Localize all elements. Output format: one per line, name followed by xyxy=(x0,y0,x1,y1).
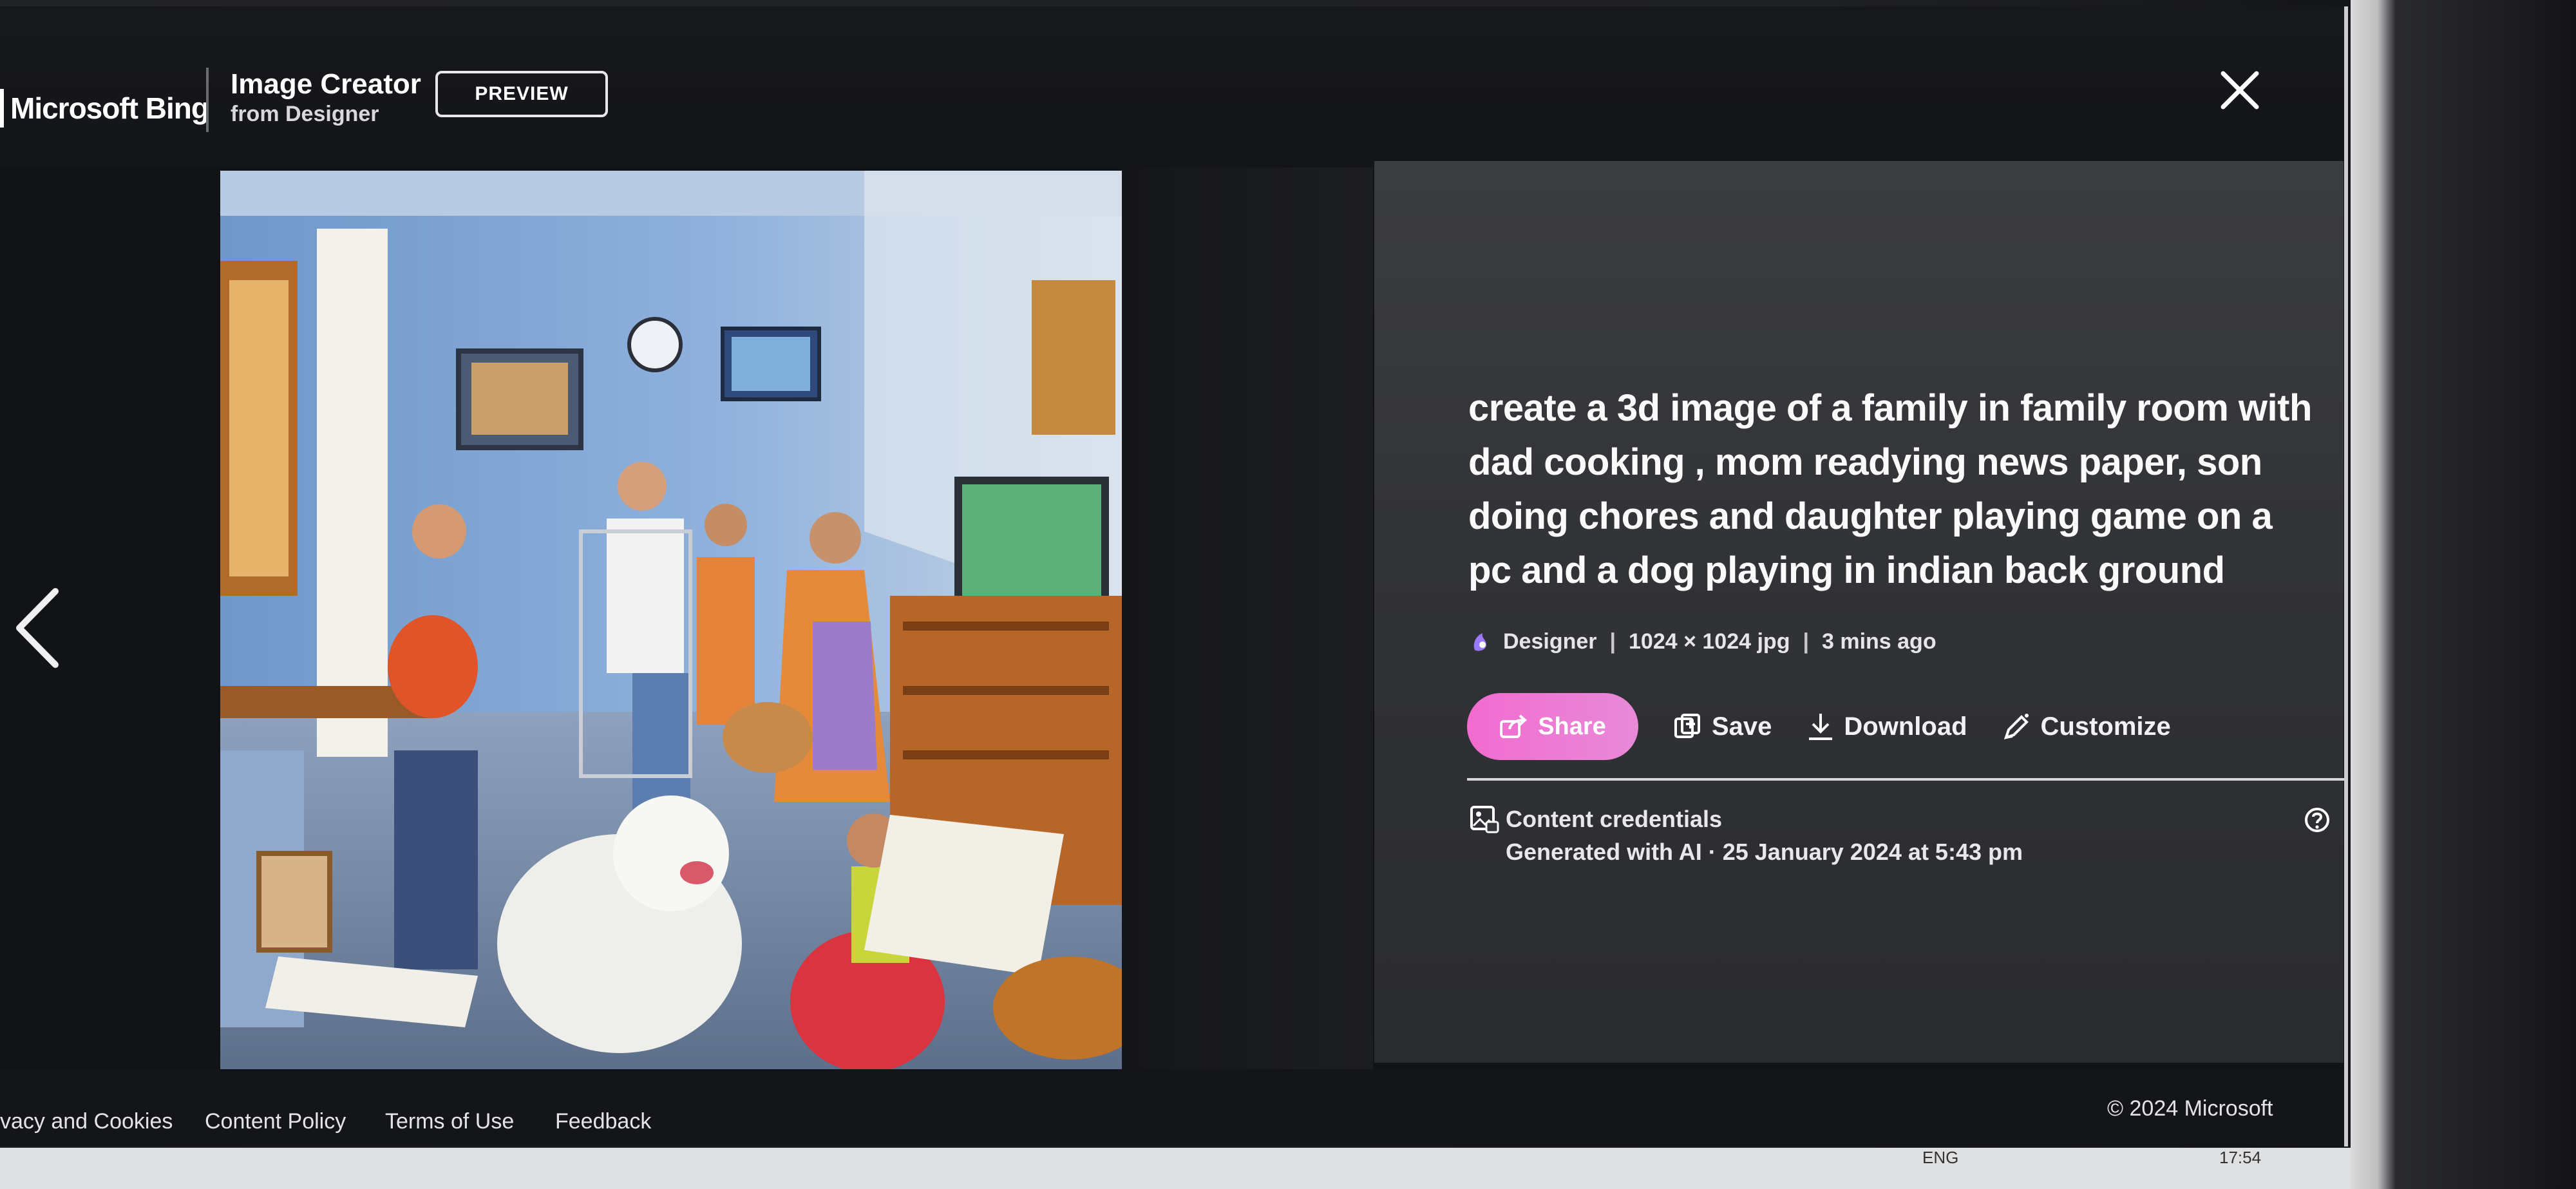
panel-gap xyxy=(1122,167,1373,1069)
close-icon xyxy=(2221,71,2259,109)
close-button[interactable] xyxy=(2214,64,2266,116)
monitor-bezel xyxy=(2351,0,2576,1189)
generated-image[interactable] xyxy=(220,171,1122,1069)
meta-separator: | xyxy=(1803,629,1809,654)
footer-link-feedback[interactable]: Feedback xyxy=(555,1109,651,1134)
credentials-detail: Generated with AI · 25 January 2024 at 5… xyxy=(1506,839,2023,865)
customize-label: Customize xyxy=(2040,712,2171,741)
download-icon xyxy=(1809,714,1833,740)
previous-image-button[interactable] xyxy=(13,586,64,670)
credentials-header: Content credentials xyxy=(1470,805,1722,833)
save-button[interactable]: Save xyxy=(1673,712,1772,741)
footer-link-content-policy[interactable]: Content Policy xyxy=(205,1109,346,1134)
logo-mark xyxy=(0,89,4,128)
content-credentials-icon xyxy=(1470,806,1499,833)
browser-viewport: Microsoft Bing Image Creator from Design… xyxy=(0,6,2348,1146)
copyright: © 2024 Microsoft xyxy=(2107,1096,2273,1121)
meta-separator: | xyxy=(1609,629,1616,654)
share-icon xyxy=(1500,714,1528,738)
header-bar: Microsoft Bing Image Creator from Design… xyxy=(0,6,2344,167)
section-divider xyxy=(1467,778,2344,781)
product-title[interactable]: Image Creator xyxy=(231,68,421,100)
credentials-title: Content credentials xyxy=(1506,806,1723,832)
preview-badge: PREVIEW xyxy=(435,71,608,117)
meta-dimensions: 1024 × 1024 jpg xyxy=(1629,629,1790,654)
meta-source[interactable]: Designer xyxy=(1503,629,1597,654)
footer-link-privacy[interactable]: vacy and Cookies xyxy=(0,1109,173,1134)
help-icon[interactable] xyxy=(2304,807,2330,833)
meta-age: 3 mins ago xyxy=(1821,629,1937,654)
footer xyxy=(0,1069,2344,1146)
chevron-left-icon xyxy=(16,588,59,668)
product-subtitle: from Designer xyxy=(231,102,379,126)
prompt-text: create a 3d image of a family in family … xyxy=(1468,387,2312,591)
share-button[interactable]: Share xyxy=(1467,693,1638,760)
os-taskbar: ENG 17:54 xyxy=(0,1148,2351,1189)
save-label: Save xyxy=(1712,712,1772,741)
share-label: Share xyxy=(1538,712,1606,740)
details-panel xyxy=(1374,161,2344,1063)
family-room-illustration xyxy=(220,171,1122,1069)
designer-icon xyxy=(1473,633,1486,651)
content-credentials[interactable]: Content credentials Generated with AI · … xyxy=(1470,805,2023,865)
customize-button[interactable]: Customize xyxy=(2002,712,2171,741)
action-bar: Share Save Download Customize xyxy=(1467,692,2171,761)
bing-logo[interactable]: Microsoft Bing xyxy=(0,82,209,134)
footer-link-terms[interactable]: Terms of Use xyxy=(385,1109,514,1134)
download-button[interactable]: Download xyxy=(1806,711,1967,742)
download-label: Download xyxy=(1844,712,1967,741)
brand-name: Microsoft Bing xyxy=(10,91,209,125)
save-icon xyxy=(1674,714,1700,738)
header-divider xyxy=(206,68,209,132)
clock[interactable]: 17:54 xyxy=(2219,1148,2261,1168)
image-meta: Designer | 1024 × 1024 jpg | 3 mins ago xyxy=(1470,626,1937,657)
language-indicator[interactable]: ENG xyxy=(1922,1148,1958,1168)
customize-icon xyxy=(2003,714,2029,740)
